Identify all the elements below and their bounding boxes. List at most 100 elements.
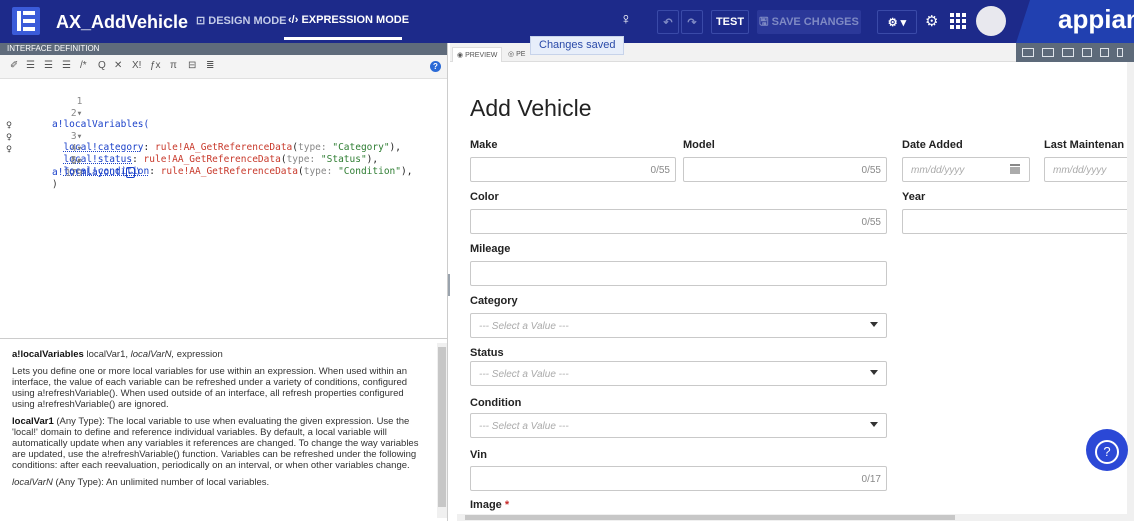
function-description: Lets you define one or more local variab…	[12, 366, 408, 410]
vin-label: Vin	[470, 449, 487, 461]
help-fab-button[interactable]: ?	[1086, 429, 1128, 471]
changes-saved-toast: Changes saved	[530, 36, 625, 55]
make-char-count: 0/55	[650, 165, 670, 176]
code-token: )	[52, 179, 58, 190]
undo-button[interactable]: ↶	[657, 10, 679, 34]
make-label: Make	[470, 139, 498, 151]
condition-placeholder: --- Select a Value ---	[479, 421, 569, 432]
fit-width-icon[interactable]	[1022, 48, 1034, 57]
record-tool-icon[interactable]: ≣	[206, 60, 214, 71]
calendar-icon[interactable]	[1010, 164, 1020, 174]
last-maintenance-placeholder: mm/dd/yyyy	[1053, 165, 1107, 176]
code-token: type:	[286, 154, 316, 165]
test-expression-tool-icon[interactable]: X!	[132, 60, 141, 71]
color-input[interactable]: 0/55	[470, 209, 887, 234]
status-label: Status	[470, 347, 504, 359]
settings-menu-button[interactable]: ⚙ ▾	[877, 10, 917, 34]
device-size-toolbar	[1016, 43, 1134, 62]
year-input[interactable]	[902, 209, 1130, 234]
editor-toolbar: ✐ ☰ ☰ ☰ /* Q ✕ X! ƒx π ⊟ ≣ ?	[0, 55, 447, 79]
line-number: 2▾	[70, 108, 83, 119]
chevron-down-icon	[870, 370, 878, 375]
code-token: type:	[298, 142, 327, 153]
desktop-wide-icon[interactable]	[1042, 48, 1054, 57]
tablet-portrait-icon[interactable]	[1100, 48, 1109, 57]
year-label: Year	[902, 191, 926, 203]
redo-button[interactable]: ↷	[681, 10, 703, 34]
mileage-label: Mileage	[470, 243, 511, 255]
line-number: 4▾	[70, 143, 83, 154]
model-label: Model	[683, 139, 715, 151]
user-settings-icon[interactable]: ⚙	[925, 12, 938, 30]
constant-tool-icon[interactable]: π	[170, 60, 177, 71]
appian-logo: appian	[1058, 4, 1134, 34]
status-dropdown[interactable]: --- Select a Value ---	[470, 361, 887, 386]
category-dropdown[interactable]: --- Select a Value ---	[470, 313, 887, 338]
search-tool-icon[interactable]: Q	[98, 60, 106, 71]
test-button[interactable]: TEST	[711, 10, 749, 34]
tab-performance[interactable]: ◎ PE	[504, 47, 529, 62]
active-mode-indicator	[284, 37, 402, 40]
function-documentation-panel: a!localVariables localVar1, localVarN, e…	[0, 338, 447, 521]
tab-preview[interactable]: ◉ PREVIEW	[452, 47, 503, 62]
mileage-input[interactable]	[470, 261, 887, 286]
rule-tool-icon[interactable]: ⊟	[188, 60, 196, 71]
outdent-tool-icon[interactable]: ☰	[44, 60, 53, 71]
last-maintenance-label: Last Maintenan	[1044, 139, 1125, 151]
chevron-down-icon	[870, 422, 878, 427]
color-char-count: 0/55	[861, 217, 881, 228]
color-label: Color	[470, 191, 499, 203]
list-tool-icon[interactable]: ☰	[62, 60, 71, 71]
phone-icon[interactable]	[1117, 48, 1123, 57]
doc-scrollbar[interactable]	[437, 343, 447, 518]
save-changes-label: SAVE CHANGES	[771, 16, 859, 28]
user-avatar[interactable]	[976, 6, 1006, 36]
condition-label: Condition	[470, 397, 522, 409]
fold-toggle[interactable]: ▾	[77, 143, 83, 154]
code-token: "Condition"	[338, 166, 401, 177]
param-localvarn-doc: localVarN (Any Type): An unlimited numbe…	[12, 477, 270, 488]
date-added-input[interactable]: mm/dd/yyyy	[902, 157, 1030, 182]
fold-toggle[interactable]: ▾	[77, 131, 83, 142]
navigation-grid-icon[interactable]	[950, 13, 966, 29]
design-mode-tab[interactable]: ⊡ DESIGN MODE	[196, 14, 287, 27]
collapsed-code-marker[interactable]: ↔	[126, 167, 136, 178]
code-token: rule!AA_GetReferenceData	[160, 166, 298, 177]
help-icon[interactable]: ?	[430, 61, 441, 72]
function-name: a!localVariables	[12, 349, 84, 360]
code-token: a!localVariables(	[52, 119, 150, 130]
code-token: rule!AA_GetReferenceData	[154, 142, 293, 153]
condition-dropdown[interactable]: --- Select a Value ---	[470, 413, 887, 438]
function-tool-icon[interactable]: ƒx	[150, 60, 161, 71]
code-token: rule!AA_GetReferenceData	[143, 154, 281, 165]
recommendations-icon[interactable]: ♀	[620, 11, 632, 29]
desktop-icon[interactable]	[1062, 48, 1074, 57]
chevron-down-icon	[870, 322, 878, 327]
line-number: 179	[65, 168, 83, 179]
line-number: 3▾	[70, 131, 83, 142]
date-added-label: Date Added	[902, 139, 963, 151]
form-title: Add Vehicle	[470, 95, 592, 121]
tablet-landscape-icon[interactable]	[1082, 48, 1092, 57]
expression-mode-tab[interactable]: ‹/› EXPRESSION MODE	[288, 14, 409, 26]
code-token: type:	[303, 166, 333, 177]
last-maintenance-input[interactable]: mm/dd/yyyy	[1044, 157, 1130, 182]
fold-toggle[interactable]: ▸	[77, 156, 83, 167]
category-placeholder: --- Select a Value ---	[479, 321, 569, 332]
make-input[interactable]: 0/55	[470, 157, 676, 182]
preview-horizontal-scrollbar[interactable]	[457, 514, 1134, 521]
indent-tool-icon[interactable]: ☰	[26, 60, 35, 71]
preview-panel: ◉ PREVIEW ◎ PE Add Vehicle Make 0/55 Mod…	[450, 43, 1134, 521]
code-editor[interactable]: 1 2▾ a!localVariables( ♀ 3▾ local!catego…	[0, 79, 447, 374]
save-changes-button[interactable]: 🖫 SAVE CHANGES	[757, 10, 861, 34]
comment-tool-icon[interactable]: /*	[80, 60, 87, 71]
code-token: "Category"	[332, 142, 390, 153]
model-char-count: 0/55	[861, 165, 881, 176]
format-tool-icon[interactable]: ✐	[10, 60, 18, 71]
fold-toggle[interactable]: ▾	[77, 108, 83, 119]
model-input[interactable]: 0/55	[683, 157, 887, 182]
expression-mode-label: EXPRESSION MODE	[301, 14, 410, 26]
preview-vertical-scrollbar[interactable]	[1127, 62, 1134, 514]
vin-input[interactable]: 0/17	[470, 466, 887, 491]
replace-tool-icon[interactable]: ✕	[114, 60, 122, 71]
